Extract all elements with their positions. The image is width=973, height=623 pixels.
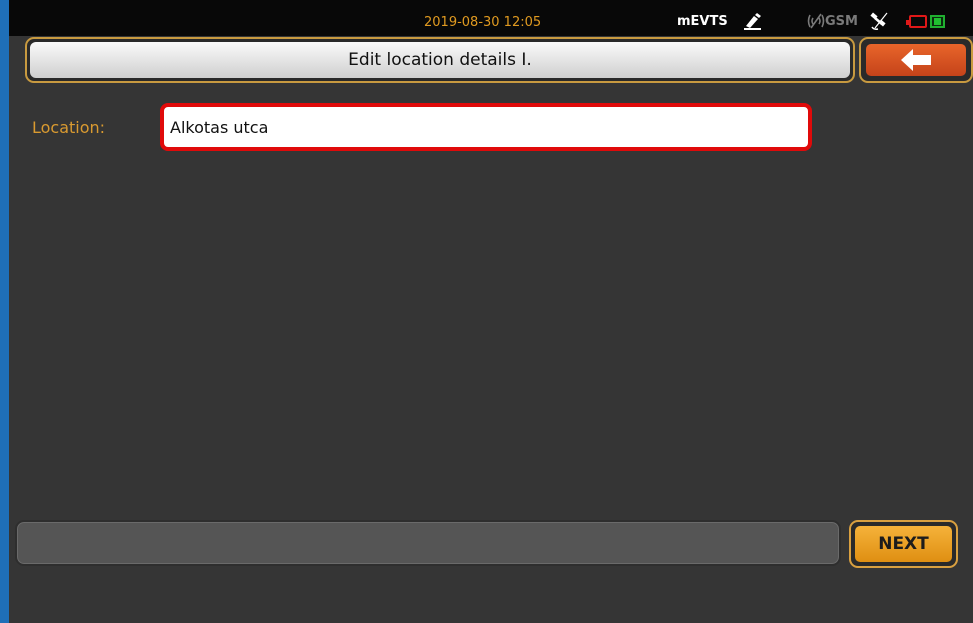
status-network-label: GSM [825, 14, 858, 29]
status-app-name: mEVTS [677, 14, 728, 29]
battery-charged-icon [930, 15, 945, 28]
message-bar [15, 520, 841, 566]
title-bar: Edit location details I. [30, 42, 850, 78]
next-button[interactable]: NEXT [855, 526, 952, 562]
battery-low-icon [906, 15, 927, 28]
gsm-signal-off-icon [807, 13, 825, 29]
next-button-frame: NEXT [849, 520, 958, 568]
device-screen: 2019-08-30 12:05 mEVTS GSM Edit location… [9, 0, 973, 623]
page-title: Edit location details I. [348, 50, 532, 70]
arrow-left-icon [901, 49, 931, 71]
back-button-frame [859, 37, 973, 83]
status-bar: 2019-08-30 12:05 mEVTS GSM [9, 0, 973, 36]
location-input[interactable] [170, 107, 790, 147]
status-datetime: 2019-08-30 12:05 [424, 15, 542, 30]
back-button[interactable] [866, 44, 966, 76]
location-field-frame [160, 103, 812, 151]
pen-edit-icon [744, 13, 761, 30]
satellite-icon [870, 12, 888, 30]
location-label: Location: [32, 118, 106, 137]
next-button-label: NEXT [878, 534, 929, 554]
title-bar-frame: Edit location details I. [25, 37, 855, 83]
